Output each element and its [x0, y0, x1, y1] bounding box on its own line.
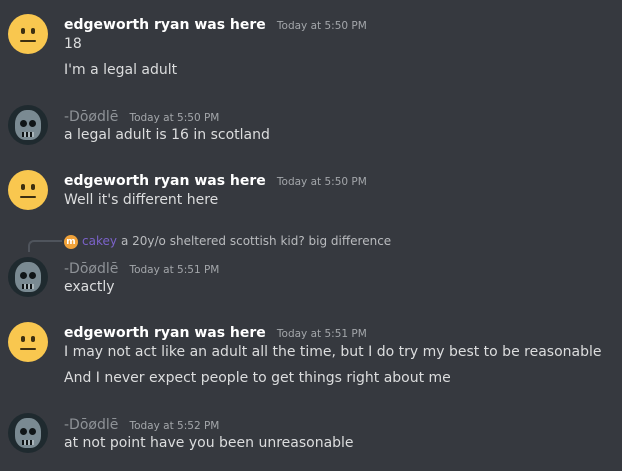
user-avatar[interactable]: [8, 322, 48, 362]
timestamp[interactable]: Today at 5:51 PM: [129, 264, 219, 276]
timestamp[interactable]: Today at 5:50 PM: [277, 176, 367, 188]
message-header: -Dōødlē Today at 5:50 PM: [64, 106, 219, 125]
username[interactable]: edgeworth ryan was here: [64, 325, 266, 341]
message-header: edgeworth ryan was here Today at 5:50 PM: [64, 170, 367, 189]
username[interactable]: -Dōødlē: [64, 261, 118, 277]
message-text: exactly: [64, 279, 115, 295]
message-text: 18: [64, 36, 82, 52]
reply-spine: [28, 240, 62, 252]
message-text: And I never expect people to get things …: [64, 370, 451, 386]
username[interactable]: edgeworth ryan was here: [64, 17, 266, 33]
timestamp[interactable]: Today at 5:52 PM: [129, 420, 219, 432]
user-avatar[interactable]: [8, 413, 48, 453]
reply-text: a 20y/o sheltered scottish kid? big diff…: [120, 234, 392, 248]
timestamp[interactable]: Today at 5:50 PM: [277, 20, 367, 32]
reply-avatar-icon: m: [64, 234, 78, 249]
message-text: I may not act like an adult all the time…: [64, 344, 602, 360]
user-avatar[interactable]: [8, 257, 48, 297]
username[interactable]: -Dōødlē: [64, 417, 118, 433]
message-header: -Dōødlē Today at 5:52 PM: [64, 414, 219, 433]
message-text: I'm a legal adult: [64, 62, 178, 78]
message-header: edgeworth ryan was here Today at 5:51 PM: [64, 322, 367, 341]
reply-preview[interactable]: m cakey a 20y/o sheltered scottish kid? bi…: [64, 234, 391, 249]
message-text: at not point have you been unreasonable: [64, 435, 354, 451]
user-avatar[interactable]: [8, 14, 48, 54]
timestamp[interactable]: Today at 5:51 PM: [277, 328, 367, 340]
user-avatar[interactable]: [8, 170, 48, 210]
timestamp[interactable]: Today at 5:50 PM: [129, 112, 219, 124]
message-header: edgeworth ryan was here Today at 5:50 PM: [64, 14, 367, 33]
message-text: Well it's different here: [64, 192, 219, 208]
message-text: a legal adult is 16 in scotland: [64, 127, 270, 143]
username[interactable]: edgeworth ryan was here: [64, 173, 266, 189]
username[interactable]: -Dōødlē: [64, 109, 118, 125]
reply-username[interactable]: cakey: [82, 234, 117, 248]
message-header: -Dōødlē Today at 5:51 PM: [64, 258, 219, 277]
user-avatar[interactable]: [8, 105, 48, 145]
